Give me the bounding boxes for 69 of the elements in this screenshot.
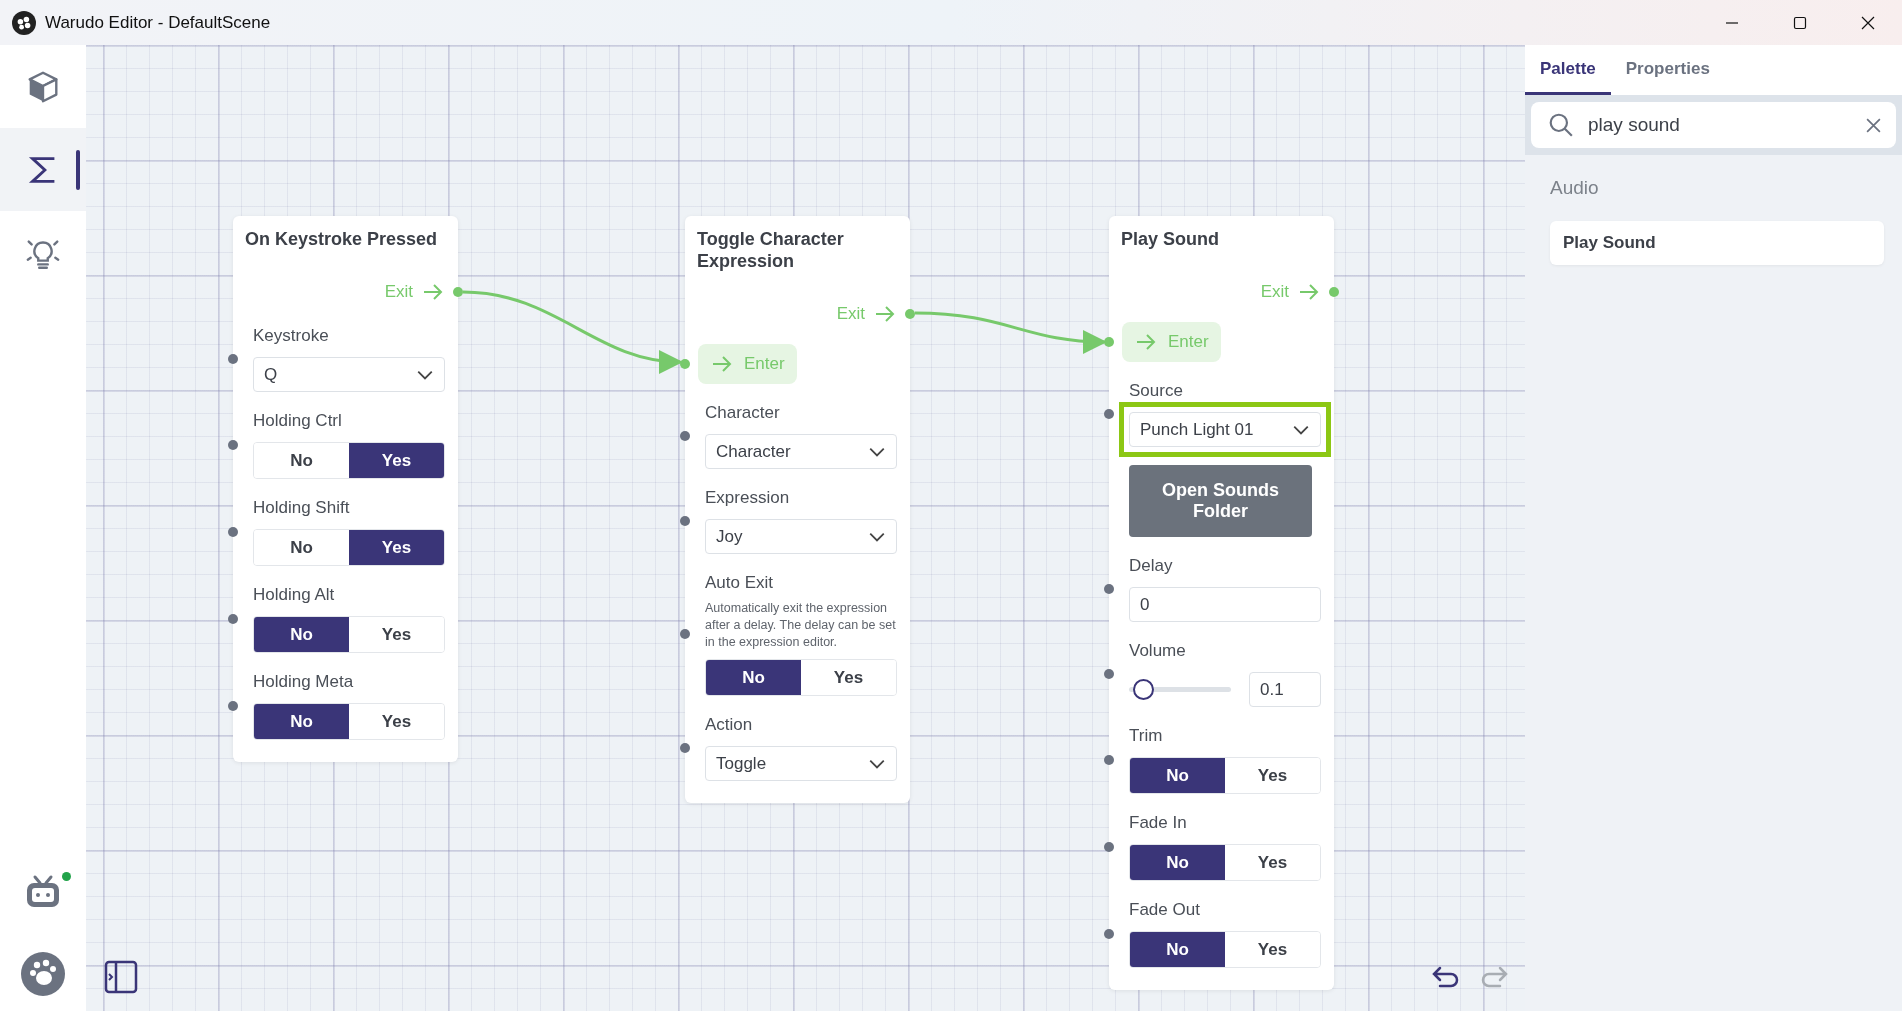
- field-description: Automatically exit the expression after a delay. The delay can be set in the expression editor.: [705, 600, 897, 651]
- field-label: Delay: [1129, 555, 1174, 577]
- toggle-option[interactable]: No: [1130, 932, 1225, 967]
- window-title: Warudo Editor - DefaultScene: [45, 12, 271, 33]
- field-label: Character: [705, 402, 781, 424]
- input-port[interactable]: [680, 515, 690, 526]
- sidebar-toggle-icon[interactable]: [104, 960, 138, 994]
- field-label: Fade In: [1129, 812, 1188, 834]
- node-title: Play Sound: [1121, 228, 1220, 250]
- exit-label: Exit: [836, 304, 865, 324]
- input-port[interactable]: [228, 526, 238, 537]
- input-port[interactable]: [1104, 754, 1114, 765]
- field-label: Action: [705, 714, 754, 736]
- dropdown[interactable]: Q: [253, 357, 445, 392]
- enter-label: Enter: [744, 354, 785, 374]
- toggle-option[interactable]: No: [254, 617, 349, 652]
- palette-item[interactable]: Play Sound: [1550, 221, 1884, 265]
- paw-logo-icon[interactable]: [21, 952, 65, 996]
- input-port[interactable]: [1104, 583, 1114, 594]
- input-port[interactable]: [228, 700, 238, 711]
- dropdown[interactable]: Toggle: [705, 746, 897, 781]
- exit-label: Exit: [384, 282, 413, 302]
- toggle-option[interactable]: No: [1130, 845, 1225, 880]
- input-port[interactable]: [1104, 928, 1114, 939]
- input-port[interactable]: [680, 359, 690, 369]
- dropdown[interactable]: Punch Light 01: [1129, 412, 1321, 447]
- field-label: Holding Meta: [253, 671, 355, 693]
- input-port[interactable]: [228, 353, 238, 364]
- clear-icon[interactable]: [1865, 116, 1882, 134]
- node-card[interactable]: [685, 216, 910, 803]
- number-field[interactable]: 0.1: [1249, 672, 1321, 707]
- node-title: On Keystroke Pressed: [245, 228, 439, 250]
- volume-slider[interactable]: [1129, 679, 1231, 700]
- category-label: Audio: [1550, 177, 1600, 199]
- field-label: Fade Out: [1129, 899, 1201, 921]
- open-folder-button[interactable]: Open Sounds Folder: [1129, 465, 1312, 537]
- field-label: Source: [1129, 380, 1184, 402]
- input-port[interactable]: [680, 629, 690, 639]
- field-label: Auto Exit: [705, 572, 775, 594]
- toggle-option[interactable]: Yes: [349, 443, 444, 478]
- enter-label: Enter: [1168, 332, 1209, 352]
- input-port[interactable]: [1104, 668, 1114, 679]
- number-field[interactable]: 0: [1129, 587, 1321, 622]
- dropdown[interactable]: Joy: [705, 519, 897, 554]
- field-label: Volume: [1129, 640, 1187, 662]
- input-port[interactable]: [1104, 408, 1114, 419]
- toggle-option[interactable]: No: [1130, 758, 1225, 793]
- field-label: Holding Alt: [253, 584, 336, 606]
- exit-label: Exit: [1260, 282, 1289, 302]
- app-logo-icon: [12, 10, 36, 35]
- toggle-option[interactable]: No: [254, 704, 349, 739]
- field-label: Trim: [1129, 725, 1164, 747]
- input-port[interactable]: [680, 430, 690, 441]
- field-label: Expression: [705, 487, 791, 509]
- field-label: Holding Ctrl: [253, 410, 343, 432]
- search-field[interactable]: play sound: [1531, 102, 1896, 148]
- node-title: Toggle Character Expression: [697, 228, 845, 272]
- toggle-option[interactable]: Yes: [349, 530, 444, 565]
- input-port[interactable]: [228, 613, 238, 624]
- input-port[interactable]: [680, 742, 690, 753]
- toggle-option[interactable]: No: [706, 660, 801, 695]
- input-port[interactable]: [1104, 841, 1114, 852]
- search-icon: [1548, 112, 1574, 138]
- dropdown[interactable]: Character: [705, 434, 897, 469]
- field-label: Holding Shift: [253, 497, 351, 519]
- sigma-tab[interactable]: [0, 128, 86, 211]
- input-port[interactable]: [1104, 337, 1114, 347]
- field-label: Keystroke: [253, 325, 330, 347]
- input-port[interactable]: [228, 439, 238, 450]
